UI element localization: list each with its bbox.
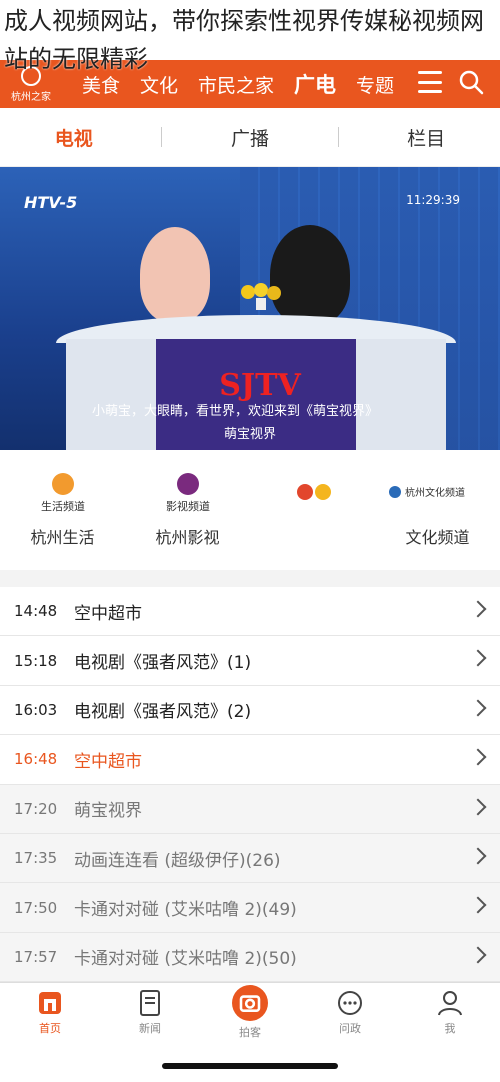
schedule-row[interactable]: 15:18 电视剧《强者风范》(1) xyxy=(0,636,500,686)
row-title: 动画连连看 (超级伊仔)(26) xyxy=(74,850,281,871)
channel-logo: HTV-5 xyxy=(24,193,78,212)
bottom-tab-bar: 首页 新闻 拍客 问政 我 xyxy=(0,982,500,1041)
channel-culture[interactable]: 杭州文化频道 文化频道 xyxy=(375,450,500,570)
tabbar-news[interactable]: 新闻 xyxy=(100,983,200,1041)
channel-selector: 生活频道 杭州生活 影视频道 杭州影视 青少体育 杭州文化频道 文化频道 xyxy=(0,450,500,570)
tab-programs[interactable]: 栏目 xyxy=(366,124,486,151)
life-logo-text: 生活频道 xyxy=(41,499,85,513)
desk-sign: SJTV xyxy=(219,368,301,403)
user-icon xyxy=(438,990,462,1015)
channel-hangzhou-life[interactable]: 生活频道 杭州生活 xyxy=(0,450,125,570)
tabbar-label: 首页 xyxy=(39,1021,61,1035)
culture-logo-text: 杭州文化频道 xyxy=(405,486,465,499)
row-title: 电视剧《强者风范》(1) xyxy=(74,653,252,674)
show-name: 萌宝视界 xyxy=(223,427,276,442)
schedule-row-current[interactable]: 16:48 空中超市 xyxy=(0,735,500,785)
tab-radio[interactable]: 广播 xyxy=(190,124,310,151)
film-logo-text: 影视频道 xyxy=(166,499,210,513)
home-indicator[interactable] xyxy=(162,1063,338,1069)
channel-hangzhou-film[interactable]: 影视频道 杭州影视 xyxy=(125,450,250,570)
home-icon xyxy=(39,991,61,1014)
tab-divider xyxy=(337,127,339,147)
tabbar-camera[interactable]: 拍客 xyxy=(200,983,300,1041)
schedule-list: 14:48 空中超市 15:18 电视剧《强者风范》(1) 16:03 电视剧《… xyxy=(0,587,500,983)
channel-label: 青少体育 xyxy=(280,528,345,547)
child-host-right xyxy=(270,225,350,325)
row-time: 17:57 xyxy=(14,947,58,966)
row-title: 卡通对对碰 (艾米咕噜 2)(50) xyxy=(74,949,297,970)
life-channel-logo-icon: 生活频道 xyxy=(33,472,93,514)
video-clock: 11:29:39 xyxy=(406,193,460,207)
row-time: 16:03 xyxy=(14,700,58,719)
tabbar-label: 问政 xyxy=(339,1021,361,1035)
schedule-row[interactable]: 17:57 卡通对对碰 (艾米咕噜 2)(50) xyxy=(0,932,500,983)
channel-label: 杭州生活 xyxy=(30,528,95,547)
schedule-row[interactable]: 17:20 萌宝视界 xyxy=(0,784,500,834)
schedule-row[interactable]: 16:03 电视剧《强者风范》(2) xyxy=(0,686,500,736)
flowers-vase-icon xyxy=(241,283,281,310)
row-title: 空中超市 xyxy=(74,751,142,772)
channel-youth-sports[interactable]: 青少体育 xyxy=(250,450,375,570)
child-host-left xyxy=(140,227,210,322)
video-subtitle: 小萌宝，大眼睛，看世界，欢迎来到《萌宝视界》 xyxy=(91,404,378,419)
schedule-row[interactable]: 14:48 空中超市 xyxy=(0,587,500,637)
tab-divider xyxy=(161,127,163,147)
row-title: 空中超市 xyxy=(74,603,142,624)
tabbar-inquiry[interactable]: 问政 xyxy=(300,983,400,1041)
row-time: 17:35 xyxy=(14,849,58,868)
row-time: 17:20 xyxy=(14,799,58,818)
schedule-row[interactable]: 17:50 卡通对对碰 (艾米咕噜 2)(49) xyxy=(0,883,500,933)
camera-icon xyxy=(232,984,268,1021)
watermark-text: 成人视频网站，带你探索性视界传媒秘视频网站的无限精彩 xyxy=(4,7,484,73)
culture-channel-logo-icon: 杭州文化频道 xyxy=(383,472,493,514)
row-time: 16:48 xyxy=(14,750,58,769)
row-time: 17:50 xyxy=(14,898,58,917)
row-time: 14:48 xyxy=(14,602,58,621)
tabbar-label: 拍客 xyxy=(239,1025,261,1039)
row-title: 萌宝视界 xyxy=(74,801,142,822)
tabbar-label: 我 xyxy=(444,1021,456,1035)
tab-tv[interactable]: 电视 xyxy=(14,124,134,151)
chat-icon xyxy=(338,990,362,1015)
channel-label: 杭州影视 xyxy=(155,528,220,547)
row-title: 卡通对对碰 (艾米咕噜 2)(49) xyxy=(74,900,297,921)
tabbar-home[interactable]: 首页 xyxy=(0,983,100,1041)
news-icon xyxy=(140,989,160,1016)
media-tabs: 电视 广播 栏目 xyxy=(0,108,500,167)
sports-channel-logo-icon xyxy=(283,472,343,514)
row-time: 15:18 xyxy=(14,651,58,670)
tabbar-label: 新闻 xyxy=(139,1021,161,1035)
film-channel-logo-icon: 影视频道 xyxy=(158,472,218,514)
schedule-row[interactable]: 17:35 动画连连看 (超级伊仔)(26) xyxy=(0,833,500,884)
row-title: 电视剧《强者风范》(2) xyxy=(74,702,252,723)
logo-text: 杭州之家 xyxy=(11,91,51,103)
section-divider xyxy=(0,570,500,587)
tabbar-me[interactable]: 我 xyxy=(400,983,500,1041)
channel-label: 文化频道 xyxy=(405,528,470,547)
